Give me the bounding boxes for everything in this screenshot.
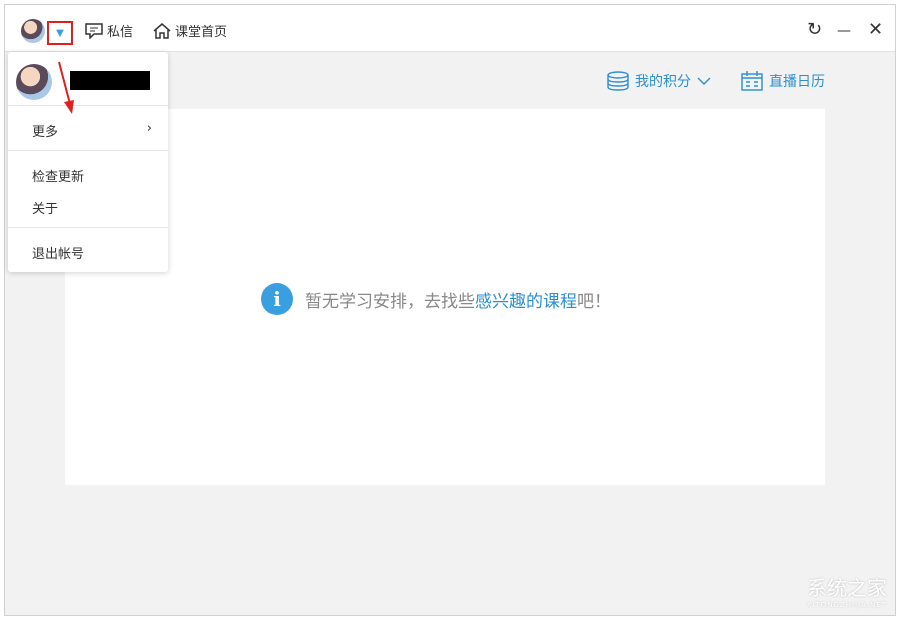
chevron-down-icon: ▼	[56, 28, 64, 39]
empty-text: 暂无学习安排，去找些	[305, 292, 475, 312]
home-button[interactable]: 课堂首页	[153, 21, 227, 40]
empty-state: i 暂无学习安排，去找些感兴趣的课程吧！	[261, 283, 611, 315]
watermark: 系统之家 XITONGZHIJIA.NET	[807, 572, 887, 609]
minimize-icon[interactable]: —	[837, 23, 851, 39]
menu-avatar	[16, 64, 52, 100]
title-bar: ▼ 私信 课堂首页 ↻ — ✕	[5, 5, 895, 52]
my-points-label: 我的积分	[635, 71, 691, 91]
message-icon	[85, 23, 103, 39]
watermark-name: 系统之家	[807, 572, 887, 601]
watermark-url: XITONGZHIJIA.NET	[807, 601, 887, 609]
account-dropdown-button[interactable]: ▼	[47, 21, 73, 45]
chevron-right-icon: ›	[147, 121, 152, 136]
chevron-down-icon	[697, 76, 711, 86]
close-icon[interactable]: ✕	[868, 19, 883, 40]
more-label: 更多	[32, 125, 58, 140]
coins-icon	[607, 71, 629, 91]
messages-label: 私信	[107, 21, 133, 40]
calendar-icon	[741, 71, 763, 91]
menu-item-check-update[interactable]: 检查更新	[32, 166, 84, 185]
menu-item-more[interactable]: 更多 ›	[32, 121, 152, 140]
schedule-panel: i 暂无学习安排，去找些感兴趣的课程吧！	[65, 109, 825, 485]
menu-item-logout[interactable]: 退出帐号	[32, 243, 84, 262]
home-label: 课堂首页	[175, 21, 227, 40]
account-menu: 更多 › 检查更新 关于 退出帐号	[8, 52, 168, 272]
refresh-icon[interactable]: ↻	[807, 19, 822, 40]
my-points-button[interactable]: 我的积分	[607, 71, 711, 91]
empty-text-suffix: 吧！	[577, 292, 611, 312]
home-icon	[153, 23, 171, 39]
live-calendar-label: 直播日历	[769, 71, 825, 91]
user-avatar[interactable]	[21, 19, 45, 43]
info-icon: i	[261, 283, 293, 315]
messages-button[interactable]: 私信	[85, 21, 133, 40]
interesting-courses-link[interactable]: 感兴趣的课程	[475, 292, 577, 312]
redacted-username	[70, 71, 150, 90]
menu-item-about[interactable]: 关于	[32, 198, 58, 217]
live-calendar-button[interactable]: 直播日历	[741, 71, 825, 91]
